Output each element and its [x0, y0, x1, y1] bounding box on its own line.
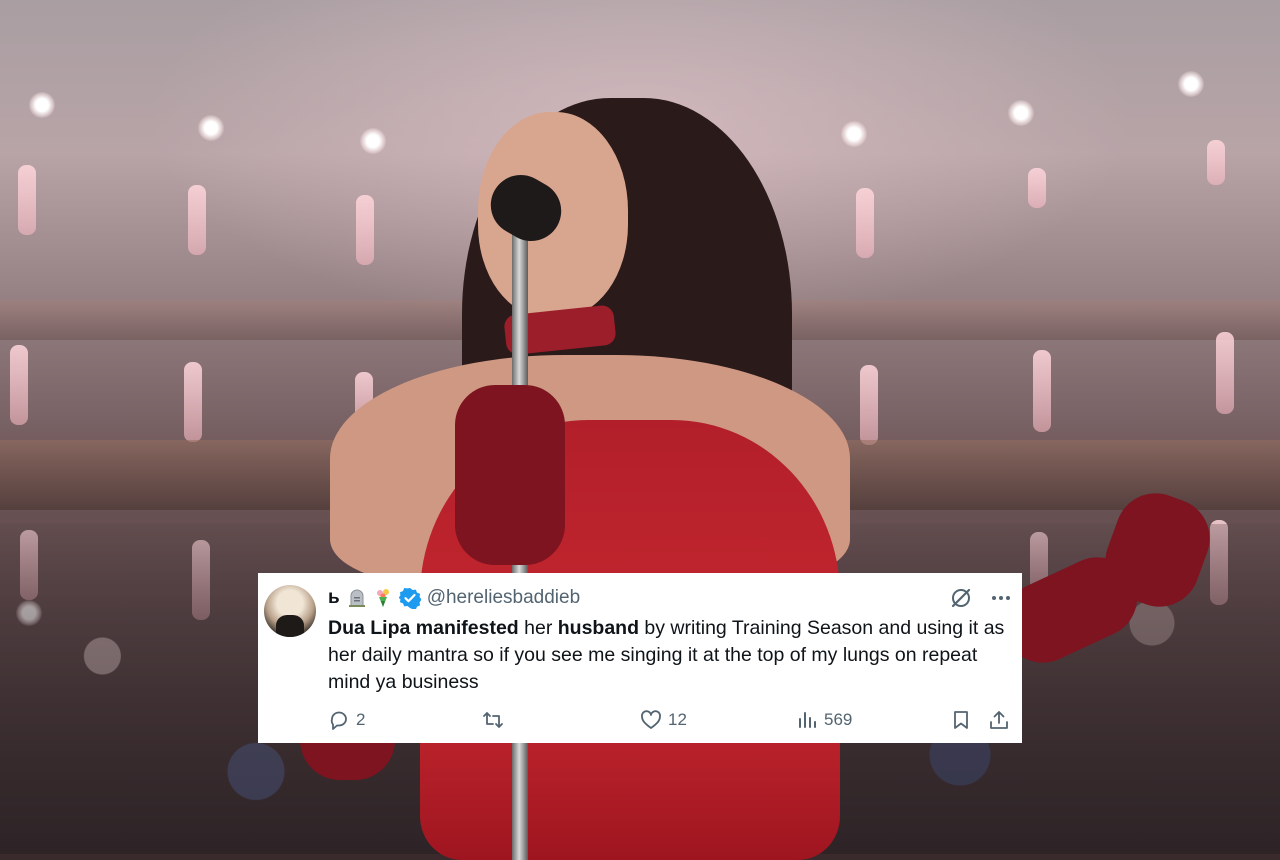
heart-icon: [640, 709, 662, 731]
bookmark-icon: [950, 709, 972, 731]
tweet-card[interactable]: ь @hereliesbaddieb Dua Lipa manifested h…: [258, 573, 1022, 743]
tweet-action-bar: 2 12 569: [328, 709, 1014, 737]
like-button[interactable]: 12: [640, 709, 687, 731]
tweet-header: ь @hereliesbaddieb: [328, 585, 1008, 611]
retweet-icon: [482, 709, 504, 731]
tweet-text-bold: husband: [557, 617, 639, 639]
bookmark-button[interactable]: [950, 709, 972, 731]
tweet-text-bold: Dua Lipa manifested: [328, 617, 519, 639]
tweet-text: Dua Lipa manifested her husband by writi…: [328, 615, 1018, 696]
reply-count: 2: [356, 710, 366, 729]
tweet-header-actions: [948, 585, 1014, 611]
grok-icon[interactable]: [948, 585, 974, 611]
share-button[interactable]: [988, 709, 1010, 731]
bouquet-icon: [373, 588, 393, 608]
avatar[interactable]: [264, 585, 316, 637]
display-name[interactable]: ь: [328, 587, 340, 609]
views-button[interactable]: 569: [796, 709, 852, 731]
retweet-button[interactable]: [482, 709, 510, 731]
views-count: 569: [824, 710, 853, 729]
more-options-icon[interactable]: [988, 585, 1014, 611]
left-hand-glove: [455, 385, 565, 565]
reply-icon: [328, 709, 350, 731]
share-icon: [988, 709, 1010, 731]
views-icon: [796, 709, 818, 731]
like-count: 12: [668, 710, 687, 729]
headstone-icon: [347, 588, 367, 608]
verified-badge-icon: [398, 587, 422, 610]
tweet-text-plain: her: [518, 617, 558, 639]
reply-button[interactable]: 2: [328, 709, 365, 731]
user-handle[interactable]: @hereliesbaddieb: [427, 587, 580, 609]
